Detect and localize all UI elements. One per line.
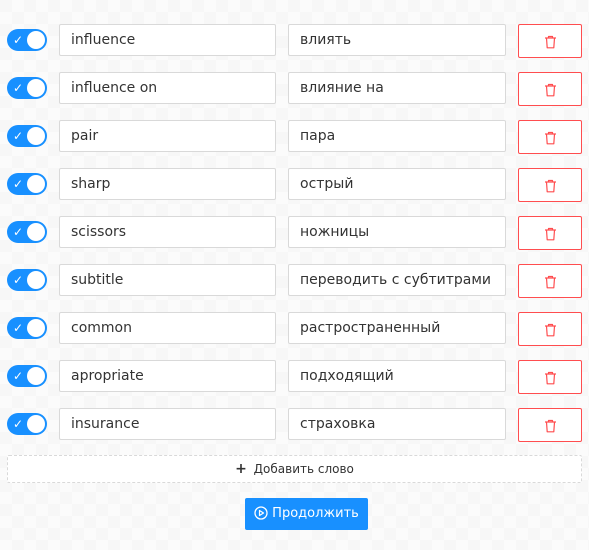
toggle-knob [27, 367, 45, 385]
delete-word-button[interactable] [518, 312, 582, 346]
word-enabled-toggle[interactable]: ✓ [7, 77, 47, 99]
trash-icon [545, 323, 556, 337]
term-input[interactable]: influence on [59, 72, 276, 104]
toggle-knob [27, 319, 45, 337]
word-row: ✓ influence on влияние на [0, 72, 589, 106]
word-row: ✓ insurance страховка [0, 408, 589, 442]
word-enabled-toggle[interactable]: ✓ [7, 413, 47, 435]
translation-input[interactable]: пара [288, 120, 506, 152]
toggle-knob [27, 31, 45, 49]
translation-input[interactable]: влиять [288, 24, 506, 56]
word-enabled-toggle[interactable]: ✓ [7, 29, 47, 51]
word-row: ✓ pair пара [0, 120, 589, 154]
term-input[interactable]: sharp [59, 168, 276, 200]
term-input[interactable]: pair [59, 120, 276, 152]
word-enabled-toggle[interactable]: ✓ [7, 173, 47, 195]
translation-input[interactable]: ножницы [288, 216, 506, 248]
delete-word-button[interactable] [518, 120, 582, 154]
delete-word-button[interactable] [518, 216, 582, 250]
delete-word-button[interactable] [518, 360, 582, 394]
check-icon: ✓ [13, 129, 24, 143]
check-icon: ✓ [13, 273, 24, 287]
word-row: ✓ scissors ножницы [0, 216, 589, 250]
check-icon: ✓ [13, 321, 24, 335]
translation-input[interactable]: острый [288, 168, 506, 200]
trash-icon [545, 227, 556, 241]
delete-word-button[interactable] [518, 264, 582, 298]
translation-input[interactable]: страховка [288, 408, 506, 440]
word-row: ✓ sharp острый [0, 168, 589, 202]
word-enabled-toggle[interactable]: ✓ [7, 125, 47, 147]
trash-icon [545, 275, 556, 289]
word-row: ✓ common растространенный [0, 312, 589, 346]
toggle-knob [27, 223, 45, 241]
continue-label: Продолжить [272, 506, 359, 521]
check-icon: ✓ [13, 177, 24, 191]
delete-word-button[interactable] [518, 24, 582, 58]
word-row: ✓ subtitle переводить с субтитрами [0, 264, 589, 298]
term-input[interactable]: apropriate [59, 360, 276, 392]
word-enabled-toggle[interactable]: ✓ [7, 269, 47, 291]
check-icon: ✓ [13, 81, 24, 95]
toggle-knob [27, 415, 45, 433]
translation-input[interactable]: растространенный [288, 312, 506, 344]
word-row: ✓ apropriate подходящий [0, 360, 589, 394]
check-icon: ✓ [13, 225, 24, 239]
toggle-knob [27, 79, 45, 97]
translation-input[interactable]: переводить с субтитрами [288, 264, 506, 296]
trash-icon [545, 419, 556, 433]
check-icon: ✓ [13, 369, 24, 383]
continue-button[interactable]: Продолжить [245, 498, 368, 530]
check-icon: ✓ [13, 33, 24, 47]
delete-word-button[interactable] [518, 168, 582, 202]
term-input[interactable]: scissors [59, 216, 276, 248]
term-input[interactable]: common [59, 312, 276, 344]
play-circle-icon [254, 506, 268, 520]
translation-input[interactable]: влияние на [288, 72, 506, 104]
word-enabled-toggle[interactable]: ✓ [7, 365, 47, 387]
word-row: ✓ influence влиять [0, 24, 589, 58]
add-word-button[interactable]: + Добавить слово [7, 455, 582, 483]
toggle-knob [27, 175, 45, 193]
check-icon: ✓ [13, 417, 24, 431]
word-enabled-toggle[interactable]: ✓ [7, 317, 47, 339]
term-input[interactable]: influence [59, 24, 276, 56]
trash-icon [545, 35, 556, 49]
term-input[interactable]: subtitle [59, 264, 276, 296]
toggle-knob [27, 127, 45, 145]
plus-icon: + [235, 461, 247, 477]
translation-input[interactable]: подходящий [288, 360, 506, 392]
toggle-knob [27, 271, 45, 289]
trash-icon [545, 179, 556, 193]
delete-word-button[interactable] [518, 408, 582, 442]
trash-icon [545, 371, 556, 385]
trash-icon [545, 83, 556, 97]
delete-word-button[interactable] [518, 72, 582, 106]
add-word-label: Добавить слово [253, 462, 354, 476]
trash-icon [545, 131, 556, 145]
term-input[interactable]: insurance [59, 408, 276, 440]
word-enabled-toggle[interactable]: ✓ [7, 221, 47, 243]
